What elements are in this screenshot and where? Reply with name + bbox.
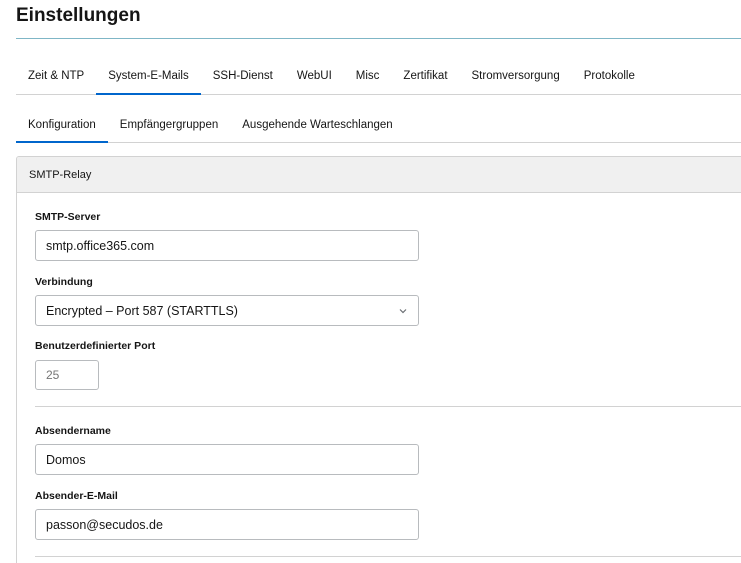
tab-label: SSH-Dienst bbox=[212, 70, 273, 82]
tab-zeit-ntp[interactable]: Zeit & NTP bbox=[16, 58, 96, 94]
card-header: SMTP-Relay bbox=[17, 157, 741, 193]
tab-label: Empfängergruppen bbox=[119, 119, 219, 131]
tab-misc[interactable]: Misc bbox=[344, 58, 392, 94]
sender-email-label: Absender-E-Mail bbox=[35, 490, 118, 502]
title-divider bbox=[16, 38, 741, 39]
chevron-down-icon bbox=[398, 306, 408, 316]
sender-name-input[interactable] bbox=[35, 444, 419, 475]
tab-zertifikat[interactable]: Zertifikat bbox=[391, 58, 459, 94]
tab-label: Misc bbox=[355, 70, 380, 82]
connection-selected-value: Encrypted – Port 587 (STARTTLS) bbox=[46, 303, 238, 318]
settings-page: Einstellungen Zeit & NTP System-E-Mails … bbox=[0, 0, 741, 563]
section-divider bbox=[35, 406, 741, 407]
tab-label: Zertifikat bbox=[403, 70, 448, 82]
tab-ssh-dienst[interactable]: SSH-Dienst bbox=[201, 58, 285, 94]
primary-tabs: Zeit & NTP System-E-Mails SSH-Dienst Web… bbox=[16, 58, 741, 95]
tab-label: System-E-Mails bbox=[108, 70, 189, 82]
tab-ausgehende-warteschlangen[interactable]: Ausgehende Warteschlangen bbox=[230, 108, 404, 142]
tab-konfiguration[interactable]: Konfiguration bbox=[16, 108, 108, 143]
sender-email-input[interactable] bbox=[35, 509, 419, 540]
section-divider bbox=[35, 556, 741, 557]
secondary-tabs: Konfiguration Empfängergruppen Ausgehend… bbox=[16, 108, 741, 143]
tab-label: Protokolle bbox=[583, 70, 635, 82]
tab-label: Konfiguration bbox=[28, 119, 96, 131]
connection-label: Verbindung bbox=[35, 276, 93, 288]
tab-webui[interactable]: WebUI bbox=[285, 58, 344, 94]
custom-port-input[interactable] bbox=[35, 360, 99, 390]
custom-port-label: Benutzerdefinierter Port bbox=[35, 340, 156, 352]
tab-system-emails[interactable]: System-E-Mails bbox=[96, 58, 201, 95]
tab-protokolle[interactable]: Protokolle bbox=[572, 58, 647, 94]
card-title: SMTP-Relay bbox=[29, 168, 92, 181]
tab-label: Ausgehende Warteschlangen bbox=[242, 119, 393, 131]
tab-empfaengergruppen[interactable]: Empfängergruppen bbox=[108, 108, 230, 142]
smtp-server-label: SMTP-Server bbox=[35, 211, 101, 223]
tab-label: Zeit & NTP bbox=[28, 70, 85, 82]
smtp-server-input[interactable] bbox=[35, 230, 419, 261]
smtp-relay-card: SMTP-Relay SMTP-Server Verbindung Encryp… bbox=[16, 156, 741, 563]
tab-stromversorgung[interactable]: Stromversorgung bbox=[460, 58, 572, 94]
page-title: Einstellungen bbox=[16, 5, 141, 26]
tab-label: Stromversorgung bbox=[471, 70, 560, 82]
connection-select[interactable]: Encrypted – Port 587 (STARTTLS) bbox=[35, 295, 419, 326]
tab-label: WebUI bbox=[296, 70, 332, 82]
sender-name-label: Absendername bbox=[35, 425, 111, 437]
